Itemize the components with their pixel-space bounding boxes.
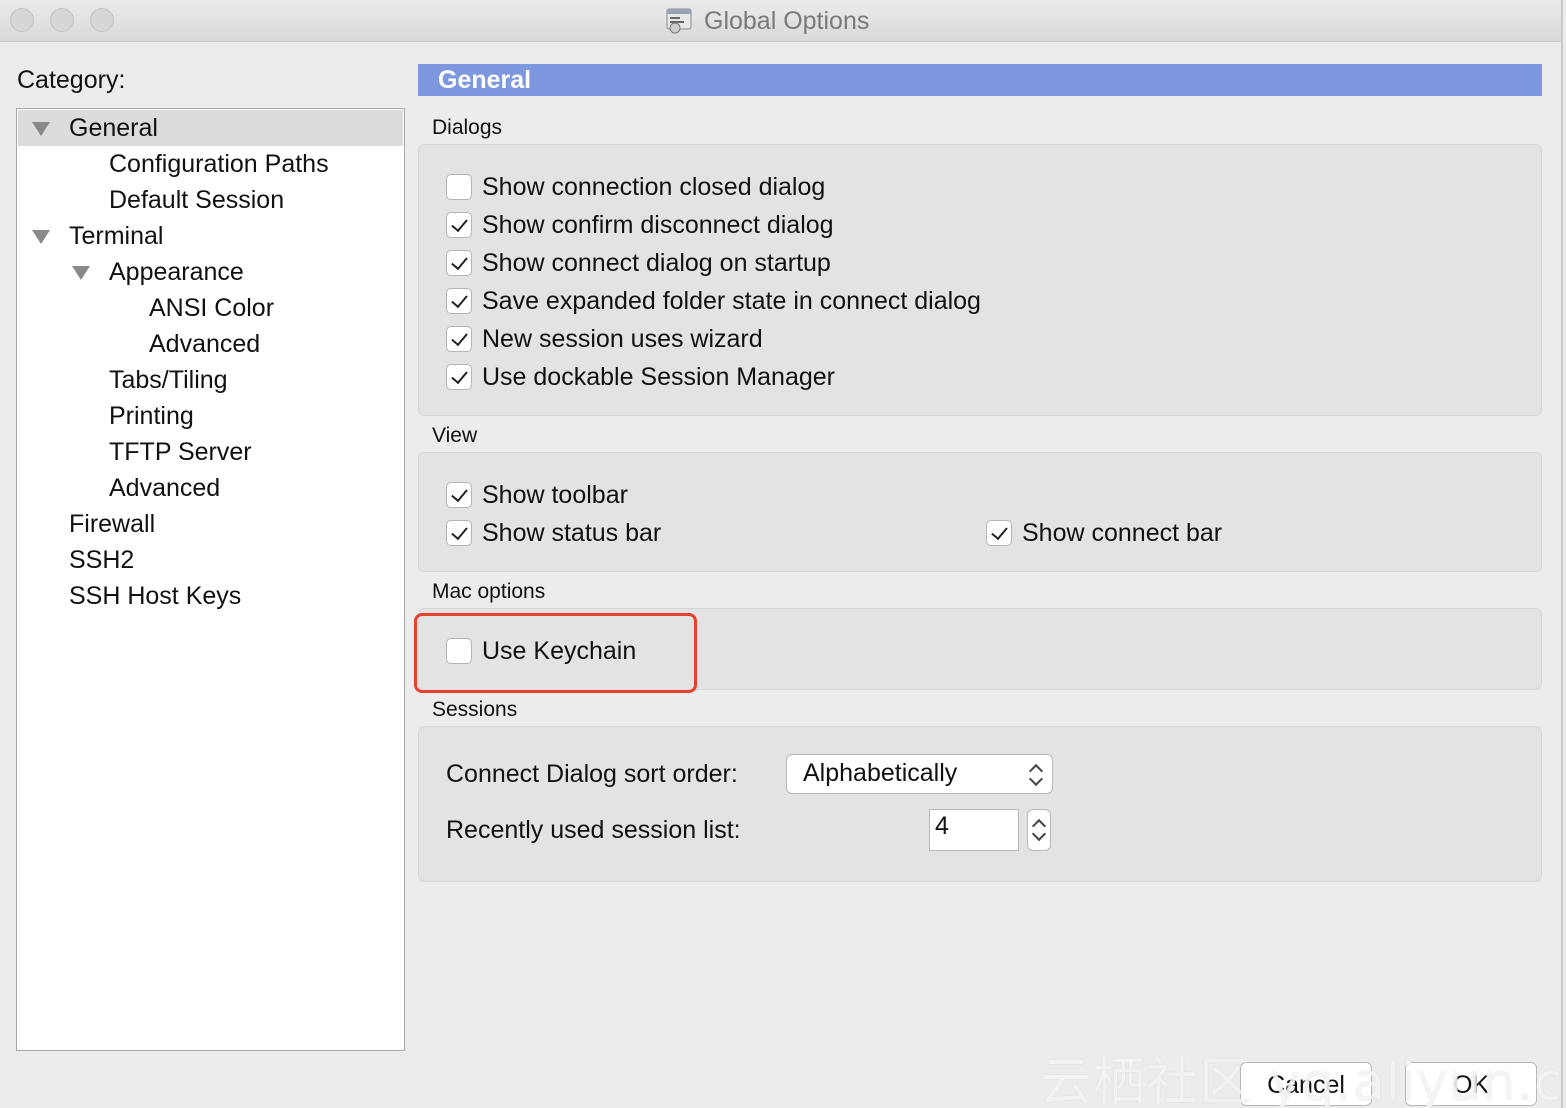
checkbox[interactable] <box>446 174 472 200</box>
tree-item-terminal[interactable]: Terminal <box>18 218 403 254</box>
recent-list-label: Recently used session list: <box>446 816 741 844</box>
option-show-connect-dialog-on-startup[interactable]: Show connect dialog on startup <box>446 247 831 279</box>
option-show-confirm-disconnect-dialog[interactable]: Show confirm disconnect dialog <box>446 209 834 241</box>
checkbox[interactable] <box>446 288 472 314</box>
checkbox[interactable] <box>446 212 472 238</box>
option-show-toolbar[interactable]: Show toolbar <box>446 479 628 511</box>
tree-item-printing[interactable]: Printing <box>18 398 403 434</box>
option-new-session-uses-wizard[interactable]: New session uses wizard <box>446 323 763 355</box>
tree-item-ssh-host-keys[interactable]: SSH Host Keys <box>18 578 403 614</box>
recent-list-stepper[interactable] <box>1027 809 1051 851</box>
option-show-status-bar[interactable]: Show status bar <box>446 517 661 549</box>
tree-item-ansi-color[interactable]: ANSI Color <box>18 290 403 326</box>
panel-title: General <box>438 66 532 94</box>
option-use-dockable-session-manager[interactable]: Use dockable Session Manager <box>446 361 835 393</box>
tree-item-default-session[interactable]: Default Session <box>18 182 403 218</box>
title-bar: Global Options <box>0 0 1561 42</box>
sort-order-label: Connect Dialog sort order: <box>446 760 738 788</box>
tree-item-tabs-tiling[interactable]: Tabs/Tiling <box>18 362 403 398</box>
view-group <box>418 452 1542 572</box>
tree-item-firewall[interactable]: Firewall <box>18 506 403 542</box>
checkbox[interactable] <box>446 326 472 352</box>
view-group-label: View <box>432 424 478 447</box>
checkbox[interactable] <box>446 364 472 390</box>
option-save-expanded-folder-state[interactable]: Save expanded folder state in connect di… <box>446 285 981 317</box>
sort-order-select[interactable]: Alphabetically <box>786 754 1053 794</box>
close-window-button[interactable] <box>10 8 34 32</box>
tree-item-appearance-advanced[interactable]: Advanced <box>18 326 403 362</box>
tree-item-appearance[interactable]: Appearance <box>18 254 403 290</box>
tree-item-tftp-server[interactable]: TFTP Server <box>18 434 403 470</box>
tree-item-terminal-advanced[interactable]: Advanced <box>18 470 403 506</box>
category-label: Category: <box>17 66 126 94</box>
panel-header: General <box>418 64 1542 96</box>
mac-options-group-label: Mac options <box>432 580 546 603</box>
select-updown-icon <box>1028 760 1044 790</box>
global-options-window: Global Options Category: General Configu… <box>0 0 1563 1108</box>
checkbox[interactable] <box>446 520 472 546</box>
window-title: Global Options <box>666 4 869 38</box>
recent-list-input[interactable]: 4 <box>929 809 1019 851</box>
sessions-group <box>418 726 1542 882</box>
tree-item-configuration-paths[interactable]: Configuration Paths <box>18 146 403 182</box>
window-title-text: Global Options <box>704 6 870 35</box>
sessions-group-label: Sessions <box>432 698 518 721</box>
minimize-window-button[interactable] <box>50 8 74 32</box>
app-icon <box>666 8 694 34</box>
tree-item-general[interactable]: General <box>18 110 403 146</box>
checkbox[interactable] <box>986 520 1012 546</box>
disclosure-down-icon[interactable] <box>32 230 50 244</box>
option-show-connect-bar[interactable]: Show connect bar <box>986 517 1222 549</box>
dialogs-group-label: Dialogs <box>432 116 503 139</box>
zoom-window-button[interactable] <box>90 8 114 32</box>
tree-item-ssh2[interactable]: SSH2 <box>18 542 403 578</box>
ok-button[interactable]: OK <box>1405 1062 1537 1106</box>
checkbox[interactable] <box>446 250 472 276</box>
highlight-annotation <box>414 613 697 693</box>
disclosure-down-icon[interactable] <box>32 122 50 136</box>
cancel-button[interactable]: Cancel <box>1240 1062 1372 1106</box>
option-show-connection-closed-dialog[interactable]: Show connection closed dialog <box>446 171 825 203</box>
checkbox[interactable] <box>446 482 472 508</box>
stepper-updown-icon <box>1031 815 1047 845</box>
disclosure-down-icon[interactable] <box>72 266 90 280</box>
category-tree[interactable]: General Configuration Paths Default Sess… <box>16 108 405 1051</box>
